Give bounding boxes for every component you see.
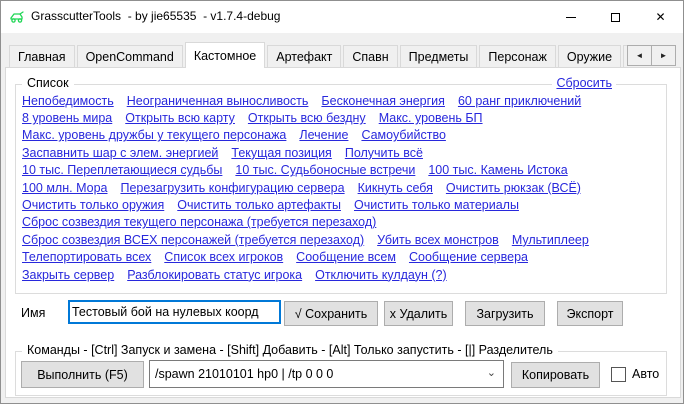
tab-оружие[interactable]: Оружие <box>558 45 621 68</box>
command-link[interactable]: Бесконечная энергия <box>321 94 445 108</box>
tab-главная[interactable]: Главная <box>9 45 75 68</box>
command-link[interactable]: Неограниченная выносливость <box>127 94 309 108</box>
app-window: GrasscutterTools - by jie65535 - v1.7.4-… <box>0 0 684 404</box>
link-row: Сброс созвездия ВСЕХ персонажей (требует… <box>22 231 664 248</box>
command-link[interactable]: Заспавнить шар с элем. энергией <box>22 146 218 160</box>
maximize-icon <box>611 13 620 22</box>
minimize-button[interactable] <box>548 1 593 33</box>
name-label: Имя <box>21 306 45 320</box>
command-link[interactable]: Перезагрузить конфигурацию сервера <box>120 181 344 195</box>
copy-button[interactable]: Копировать <box>511 362 600 388</box>
command-link[interactable]: Макс. уровень БП <box>379 111 483 125</box>
command-links-area: Непобедимость Неограниченная выносливость… <box>22 92 664 283</box>
load-button[interactable]: Загрузить <box>465 301 545 326</box>
link-row: 8 уровень мира Открыть всю карту Открыть в… <box>22 109 664 126</box>
tab-артефакт[interactable]: Артефакт <box>267 45 341 68</box>
link-row: Телепортировать всех Список всех игроков С… <box>22 249 664 266</box>
command-link[interactable]: Мультиплеер <box>512 233 589 247</box>
command-combobox[interactable]: /spawn 21010101 hp0 | /tp 0 0 0 ⌄ <box>149 360 504 388</box>
command-link[interactable]: Самоубийство <box>361 128 445 142</box>
commands-group-title: Команды - [Ctrl] Запуск и замена - [Shif… <box>22 343 558 357</box>
command-link[interactable]: 60 ранг приключений <box>458 94 581 108</box>
command-link[interactable]: Получить всё <box>345 146 423 160</box>
list-groupbox: Список Сбросить НепобедимостьНеограничен… <box>15 84 667 294</box>
link-row: Сброс созвездия текущего персонажа (треб… <box>22 214 664 231</box>
tab-предметы[interactable]: Предметы <box>400 45 478 68</box>
tab-bar: ГлавнаяOpenCommandКастомноеАртефактСпавн… <box>9 41 657 68</box>
minimize-icon <box>566 17 576 18</box>
chevron-down-icon: ⌄ <box>487 366 496 379</box>
command-link[interactable]: Открыть всю бездну <box>248 111 366 125</box>
close-button[interactable]: ✕ <box>638 1 683 33</box>
command-link[interactable]: Текущая позиция <box>231 146 331 160</box>
save-button[interactable]: √ Сохранить <box>284 301 378 326</box>
command-link[interactable]: Сброс созвездия текущего персонажа (треб… <box>22 215 376 229</box>
tab-opencommand[interactable]: OpenCommand <box>77 45 183 68</box>
command-link[interactable]: 10 тыс. Судьбоносные встречи <box>235 163 415 177</box>
command-link[interactable]: 8 уровень мира <box>22 111 112 125</box>
command-link[interactable]: Очистить рюкзак (ВСЁ) <box>446 181 581 195</box>
command-link[interactable]: 10 тыс. Переплетающиеся судьбы <box>22 163 222 177</box>
name-input[interactable] <box>68 300 281 324</box>
command-link[interactable]: Очистить только артефакты <box>177 198 341 212</box>
command-link[interactable]: Очистить только оружия <box>22 198 164 212</box>
link-row: Очистить только оружия Очистить только ар… <box>22 196 664 213</box>
command-link[interactable]: Сообщение сервера <box>409 250 528 264</box>
maximize-button[interactable] <box>593 1 638 33</box>
link-row: 10 тыс. Переплетающиеся судьбы 10 тыс. Су… <box>22 162 664 179</box>
command-combobox-value: /spawn 21010101 hp0 | /tp 0 0 0 <box>155 367 333 381</box>
command-link[interactable]: Очистить только материалы <box>354 198 519 212</box>
command-link[interactable]: Непобедимость <box>22 94 114 108</box>
auto-checkbox-label: Авто <box>632 367 659 381</box>
list-group-title: Список <box>22 76 74 90</box>
link-row: 100 млн. Мора Перезагрузить конфигурацию … <box>22 179 664 196</box>
run-button[interactable]: Выполнить (F5) <box>21 361 144 388</box>
auto-checkbox[interactable] <box>611 367 626 382</box>
command-link[interactable]: Открыть всю карту <box>125 111 235 125</box>
reset-link[interactable]: Сбросить <box>552 76 616 90</box>
tab-scroll-left-button[interactable]: ◄ <box>627 45 652 66</box>
command-link[interactable]: Разблокировать статус игрока <box>127 268 302 282</box>
tab-спавн[interactable]: Спавн <box>343 45 397 68</box>
command-link[interactable]: Сброс созвездия ВСЕХ персонажей (требует… <box>22 233 364 247</box>
command-link[interactable]: 100 млн. Мора <box>22 181 107 195</box>
close-icon: ✕ <box>655 11 665 23</box>
window-title: GrasscutterTools - by jie65535 - v1.7.4-… <box>31 9 280 23</box>
command-link[interactable]: 100 тыс. Камень Истока <box>428 163 567 177</box>
command-link[interactable]: Кикнуть себя <box>358 181 433 195</box>
link-row: Закрыть сервер Разблокировать статус игро… <box>22 266 664 283</box>
title-bar: GrasscutterTools - by jie65535 - v1.7.4-… <box>1 1 683 33</box>
command-link[interactable]: Макс. уровень дружбы у текущего персонаж… <box>22 128 286 142</box>
command-link[interactable]: Убить всех монстров <box>377 233 499 247</box>
command-link[interactable]: Сообщение всем <box>296 250 396 264</box>
link-row: Макс. уровень дружбы у текущего персонаж… <box>22 127 664 144</box>
tab-персонаж[interactable]: Персонаж <box>479 45 555 68</box>
link-row: Заспавнить шар с элем. энергией Текущая п… <box>22 144 664 161</box>
commands-groupbox: Команды - [Ctrl] Запуск и замена - [Shif… <box>15 351 667 396</box>
tab-scrollers: ◄ ► <box>628 45 676 66</box>
tab-кастомное[interactable]: Кастомное <box>185 42 265 68</box>
tab-page-custom: Список Сбросить Непобедимость Неограничен… <box>5 67 681 398</box>
command-link[interactable]: Лечение <box>299 128 348 142</box>
export-button[interactable]: Экспорт <box>557 301 623 326</box>
command-link[interactable]: Телепортировать всех <box>22 250 151 264</box>
app-logo-icon <box>9 9 25 25</box>
command-link[interactable]: Список всех игроков <box>164 250 283 264</box>
tab-scroll-right-button[interactable]: ► <box>651 45 676 66</box>
delete-button[interactable]: x Удалить <box>384 301 453 326</box>
command-link[interactable]: Отключить кулдаун (?) <box>315 268 447 282</box>
link-row: Непобедимость Неограниченная выносливость… <box>22 92 664 109</box>
command-link[interactable]: Закрыть сервер <box>22 268 114 282</box>
